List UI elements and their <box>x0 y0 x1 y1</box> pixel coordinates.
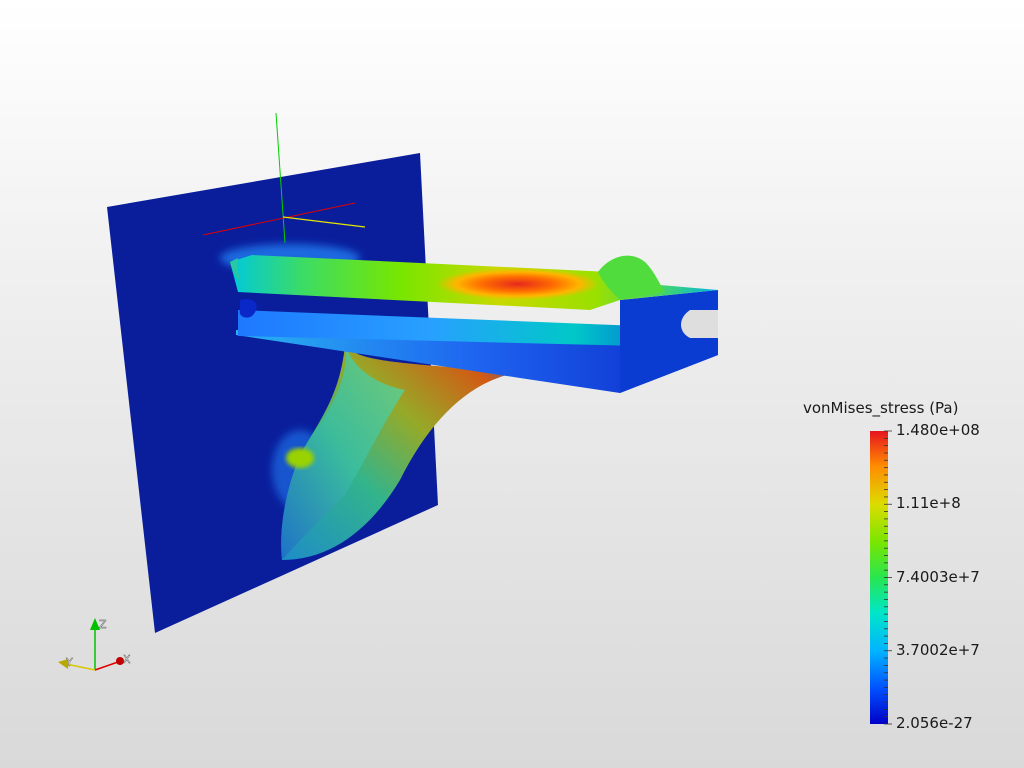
orientation-axis-y-label: Y <box>65 656 73 669</box>
color-legend-ticks <box>884 430 892 725</box>
color-legend-label-3: 7.4003e+7 <box>896 568 980 586</box>
bracket-end-cap <box>620 290 718 393</box>
top-flange-hotspot <box>436 268 600 300</box>
color-legend-label-min: 2.056e-27 <box>896 714 973 732</box>
color-legend-label-max: 1.480e+08 <box>896 421 980 439</box>
strut-hotspot <box>286 448 314 468</box>
color-legend-label-2: 1.11e+8 <box>896 494 961 512</box>
orientation-axis-x-label: X <box>123 653 131 666</box>
orientation-axis-z-label: Z <box>99 618 107 631</box>
orientation-axis-x-line <box>94 661 119 671</box>
color-legend-label-4: 3.7002e+7 <box>896 641 980 659</box>
orientation-axes-widget[interactable]: Z X Y <box>58 618 131 671</box>
bracket-end-notch <box>681 310 718 338</box>
color-legend-title: vonMises_stress (Pa) <box>803 399 959 417</box>
render-viewport[interactable]: Z X Y <box>0 0 1024 768</box>
